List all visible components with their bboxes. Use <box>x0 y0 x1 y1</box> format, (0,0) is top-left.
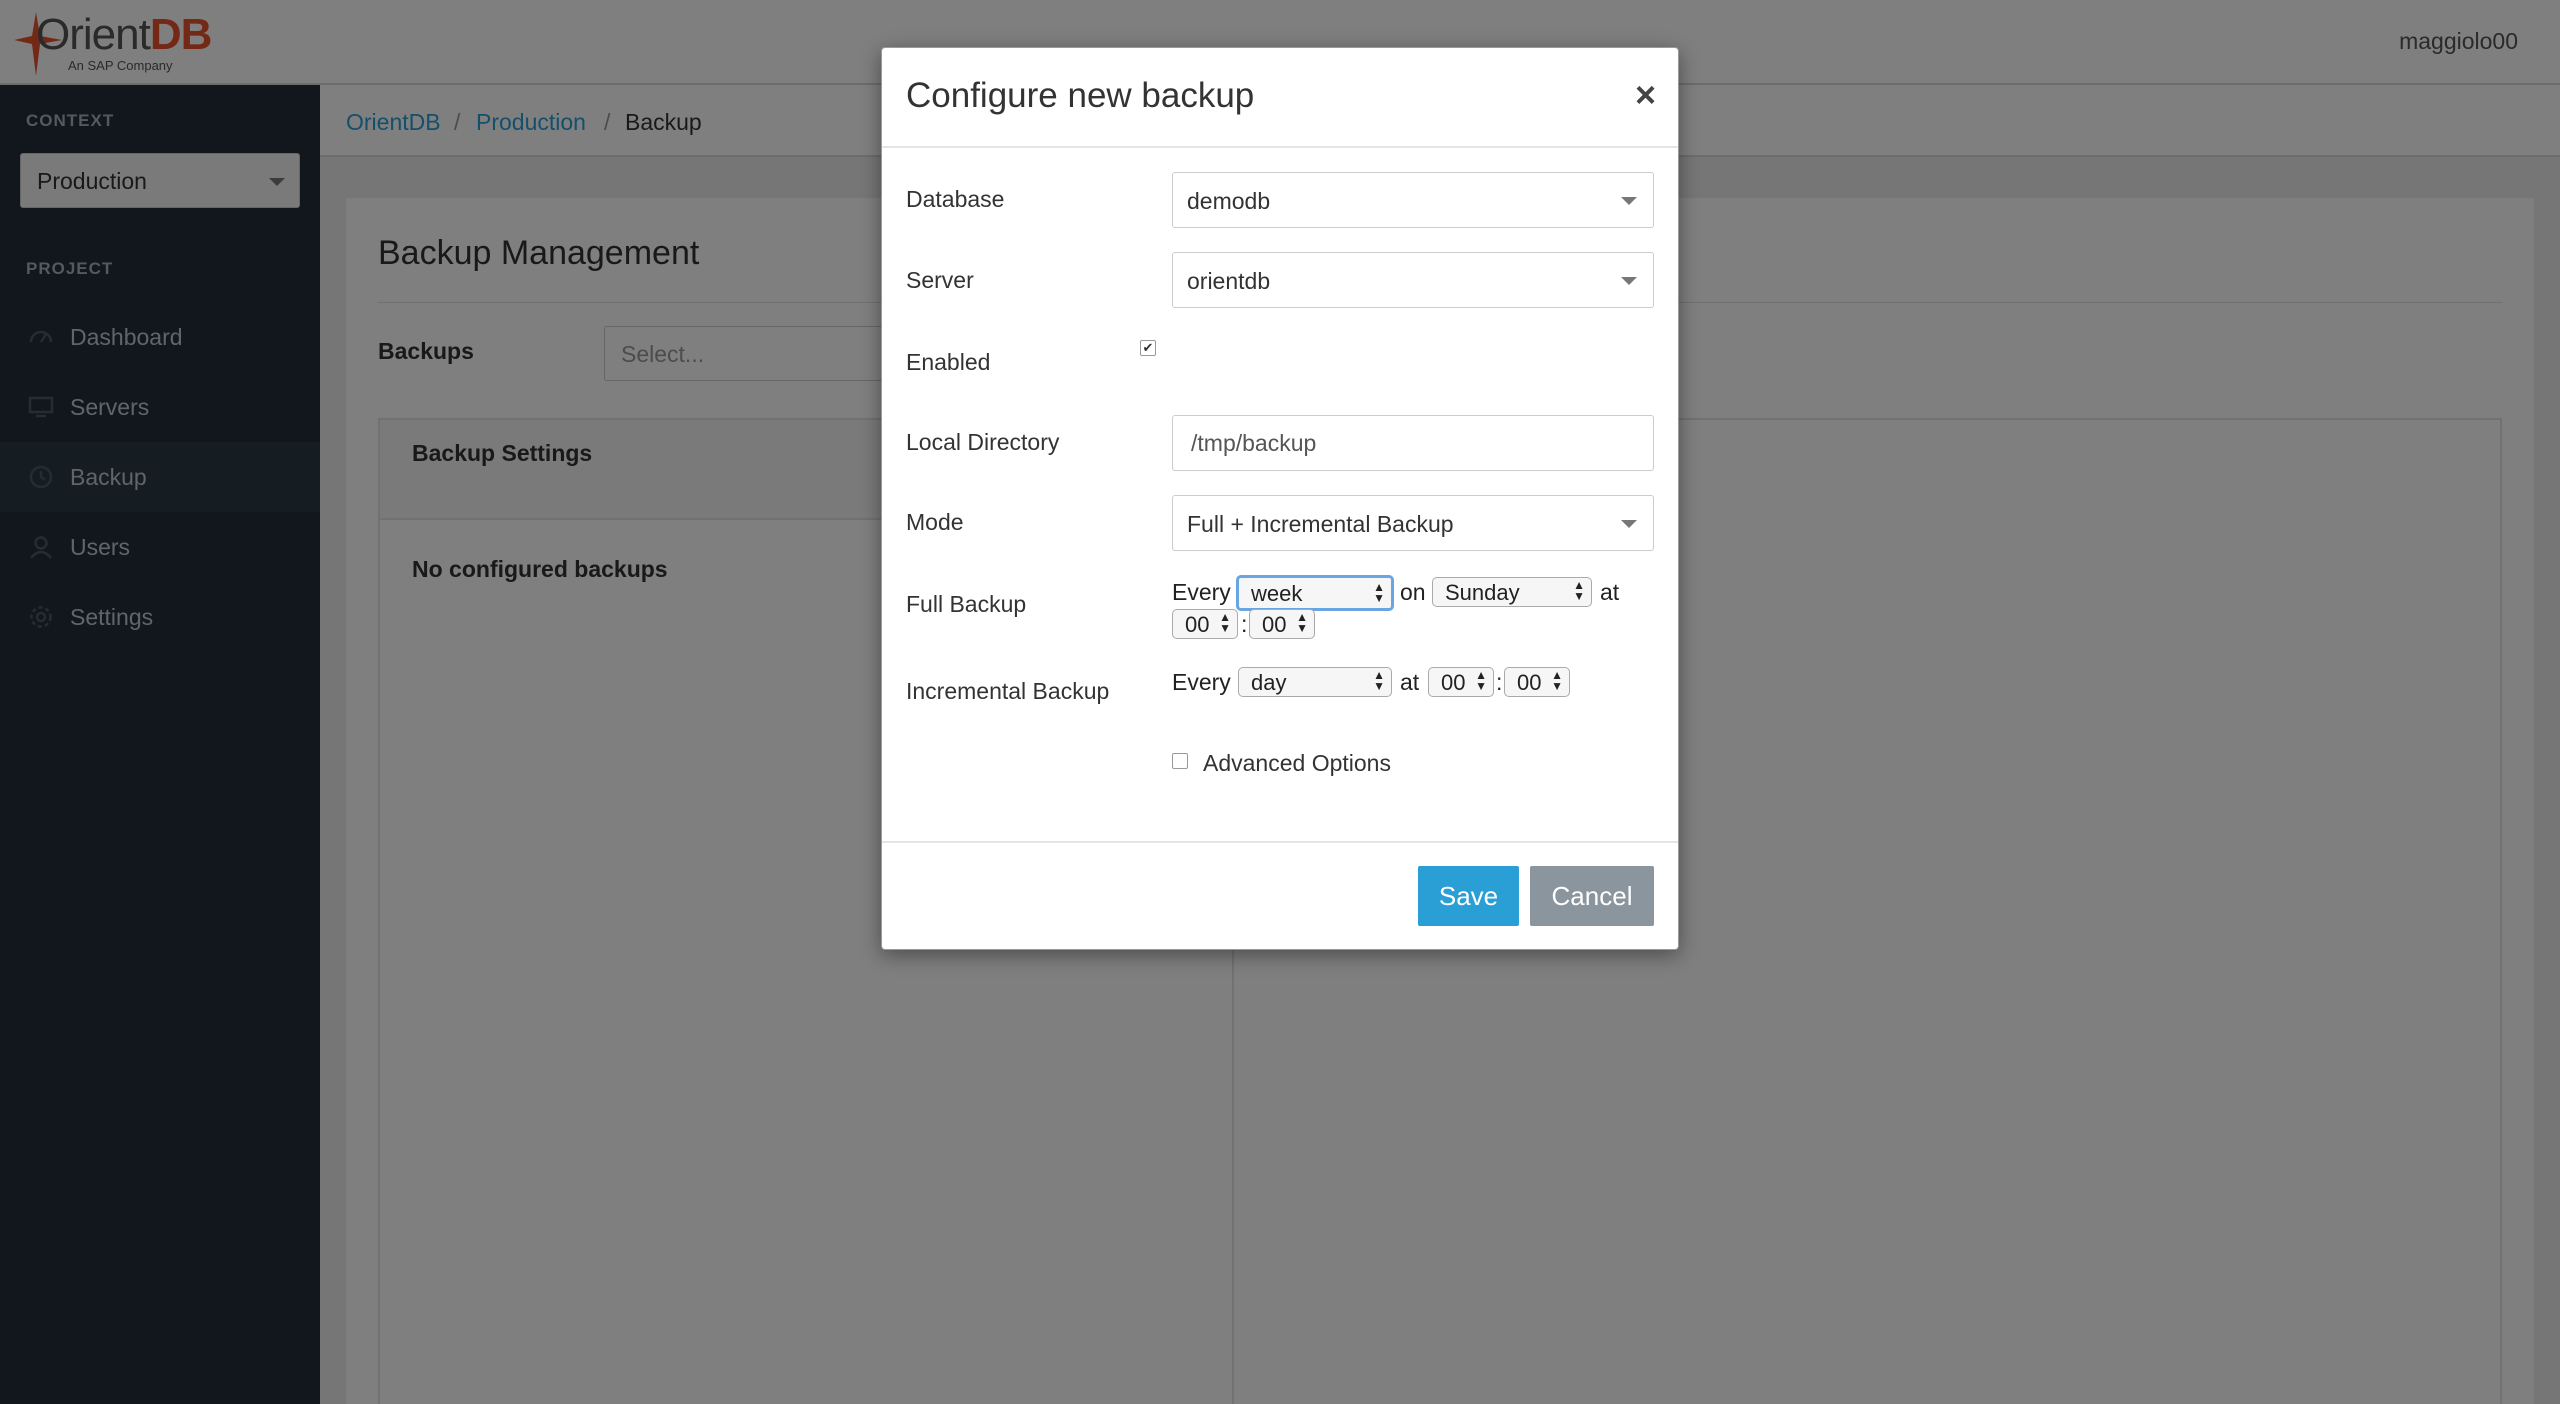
full-backup-label: Full Backup <box>906 591 1027 617</box>
full-at-text: at <box>1600 579 1620 605</box>
full-hour-value: 00 <box>1185 612 1210 637</box>
advanced-options-label[interactable]: Advanced Options <box>1203 750 1391 777</box>
enabled-checkbox[interactable]: ✔ <box>1140 340 1156 356</box>
cancel-button[interactable]: Cancel <box>1530 866 1654 926</box>
incr-hour-select[interactable]: 00 ▲ ▼ <box>1428 667 1494 697</box>
updown-arrows-icon: ▲ ▼ <box>1573 578 1585 603</box>
database-select[interactable]: demodb <box>1172 172 1654 228</box>
full-minute-select[interactable]: 00 ▲ ▼ <box>1249 609 1315 639</box>
database-select-value: demodb <box>1187 188 1271 214</box>
full-hour-select[interactable]: 00 ▲ ▼ <box>1172 609 1238 639</box>
incr-every-text: Every <box>1172 669 1231 695</box>
local-directory-label: Local Directory <box>906 429 1060 455</box>
time-separator: : <box>1241 611 1248 637</box>
updown-arrows-icon: ▲ ▼ <box>1373 668 1385 693</box>
incr-minute-select[interactable]: 00 ▲ ▼ <box>1504 667 1570 697</box>
full-minute-value: 00 <box>1262 612 1287 637</box>
configure-backup-modal: Configure new backup × Database demodb S… <box>881 47 1679 950</box>
updown-arrows-icon: ▲ ▼ <box>1551 668 1563 693</box>
updown-arrows-icon: ▲ ▼ <box>1475 668 1487 693</box>
full-day-value: Sunday <box>1445 580 1520 605</box>
local-directory-input[interactable] <box>1172 415 1654 471</box>
mode-select-value: Full + Incremental Backup <box>1187 511 1454 537</box>
server-select[interactable]: orientdb <box>1172 252 1654 308</box>
full-frequency-select[interactable]: week ▲ ▼ <box>1236 575 1394 611</box>
chevron-down-icon <box>1621 197 1637 205</box>
full-on-text: on <box>1400 579 1426 605</box>
incremental-backup-label: Incremental Backup <box>906 678 1110 704</box>
modal-header: Configure new backup × <box>882 48 1678 148</box>
incr-frequency-select[interactable]: day ▲ ▼ <box>1238 667 1392 697</box>
full-day-select[interactable]: Sunday ▲ ▼ <box>1432 577 1592 607</box>
updown-arrows-icon: ▲ ▼ <box>1296 610 1308 635</box>
advanced-options-checkbox[interactable] <box>1172 753 1188 769</box>
full-frequency-value: week <box>1251 581 1303 606</box>
enabled-label: Enabled <box>906 349 991 375</box>
save-button[interactable]: Save <box>1418 866 1519 926</box>
divider <box>882 841 1678 843</box>
mode-select[interactable]: Full + Incremental Backup <box>1172 495 1654 551</box>
chevron-down-icon <box>1621 520 1637 528</box>
updown-arrows-icon: ▲ ▼ <box>1373 580 1385 605</box>
modal-title: Configure new backup <box>906 76 1255 115</box>
incr-frequency-value: day <box>1251 670 1287 695</box>
full-every-text: Every <box>1172 579 1231 605</box>
time-separator: : <box>1496 669 1503 695</box>
updown-arrows-icon: ▲ ▼ <box>1219 610 1231 635</box>
server-label: Server <box>906 267 974 293</box>
incr-at-text: at <box>1400 669 1420 695</box>
server-select-value: orientdb <box>1187 268 1271 294</box>
database-label: Database <box>906 186 1005 212</box>
incr-minute-value: 00 <box>1517 670 1542 695</box>
mode-label: Mode <box>906 509 964 535</box>
incr-hour-value: 00 <box>1441 670 1466 695</box>
close-icon[interactable]: × <box>1635 74 1656 116</box>
chevron-down-icon <box>1621 277 1637 285</box>
